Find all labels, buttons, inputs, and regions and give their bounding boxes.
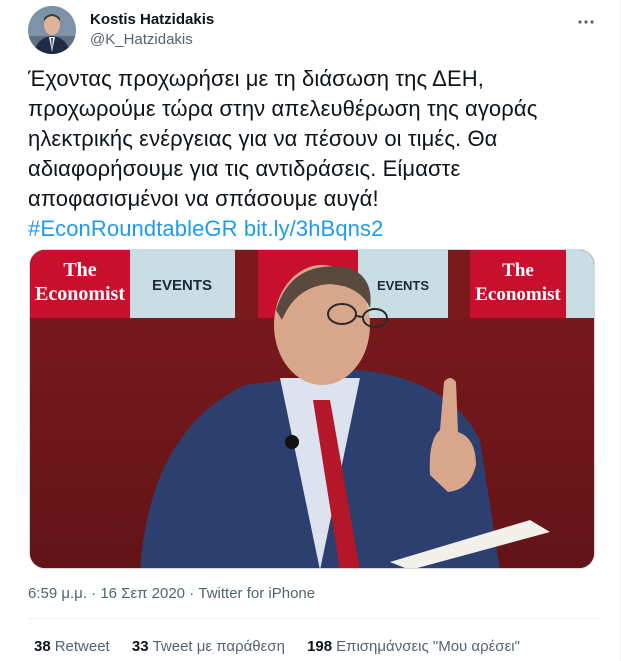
quotes-label: Tweet με παράθεση	[152, 638, 285, 655]
author-display-name[interactable]: Kostis Hatzidakis	[90, 10, 214, 30]
avatar-image	[28, 6, 76, 54]
quote-tweets-stat[interactable]: 33 Tweet με παράθεση	[132, 637, 285, 657]
speaker-photo: The Economist EVENTS EVENTS The Economis…	[30, 250, 594, 568]
meta-separator: ·	[91, 585, 97, 602]
tweet-text-line: ηλεκτρικής ενέργειας για να πέσουν οι τι…	[28, 126, 498, 151]
tweet-date[interactable]: 16 Σεπ 2020	[100, 585, 185, 602]
avatar[interactable]	[28, 6, 76, 54]
meta-separator: ·	[189, 585, 195, 602]
tweet-meta: 6:59 μ.μ. · 16 Σεπ 2020 · Twitter for iP…	[28, 584, 315, 604]
more-options-button[interactable]	[572, 8, 600, 36]
quotes-count: 33	[131, 638, 149, 655]
tweet-source[interactable]: Twitter for iPhone	[198, 585, 315, 602]
retweets-label: Retweet	[54, 638, 110, 655]
likes-stat[interactable]: 198 Επισημάνσεις "Μου αρέσει"	[307, 637, 520, 657]
likes-count: 198	[307, 638, 333, 655]
tweet-text-line: αποφασισμένοι να σπάσουμε αυγά!	[28, 186, 379, 211]
tweet-text-line: αδιαφορήσουμε για τις αντιδράσεις. Είμασ…	[28, 156, 461, 181]
tweet-header: Kostis Hatzidakis @K_Hatzidakis	[28, 6, 600, 56]
banner-text-economist-2: Economist	[475, 284, 561, 305]
banner-text-economist-1: Economist	[35, 283, 125, 305]
lapel-mic	[285, 435, 299, 449]
retweets-count: 38	[34, 638, 51, 655]
more-horizontal-icon	[578, 20, 594, 24]
divider	[28, 618, 602, 619]
tweet-text-line: προχωρούμε τώρα στην απελευθέρωση της αγ…	[28, 96, 538, 121]
banner-text-the-2: The	[502, 260, 534, 281]
tweet-media-photo[interactable]: The Economist EVENTS EVENTS The Economis…	[29, 249, 595, 569]
author-handle[interactable]: @K_Hatzidakis	[90, 30, 214, 50]
tweet-card: Kostis Hatzidakis @K_Hatzidakis Έχοντας …	[0, 0, 621, 661]
likes-label: Επισημάνσεις "Μου αρέσει"	[336, 638, 520, 655]
tweet-links: #EconRoundtableGR bit.ly/3hBqns2	[28, 214, 603, 244]
tweet-stats: 38 Retweet 33 Tweet με παράθεση 198 Επισημά…	[34, 637, 538, 657]
banner-events-1: EVENTS	[152, 277, 212, 294]
banner-text-the-1: The	[63, 259, 96, 281]
tweet-text-line: Έχοντας προχωρήσει με τη διάσωση της ΔΕΗ…	[28, 66, 484, 91]
hashtag-link[interactable]: #EconRoundtableGR	[28, 216, 238, 241]
author-info: Kostis Hatzidakis @K_Hatzidakis	[90, 10, 214, 50]
banner-events-2: EVENTS	[377, 278, 429, 293]
tweet-text: Έχοντας προχωρήσει με τη διάσωση της ΔΕΗ…	[28, 64, 603, 244]
retweets-stat[interactable]: 38 Retweet	[34, 637, 110, 657]
url-link[interactable]: bit.ly/3hBqns2	[244, 216, 384, 241]
tweet-time[interactable]: 6:59 μ.μ.	[28, 585, 87, 602]
